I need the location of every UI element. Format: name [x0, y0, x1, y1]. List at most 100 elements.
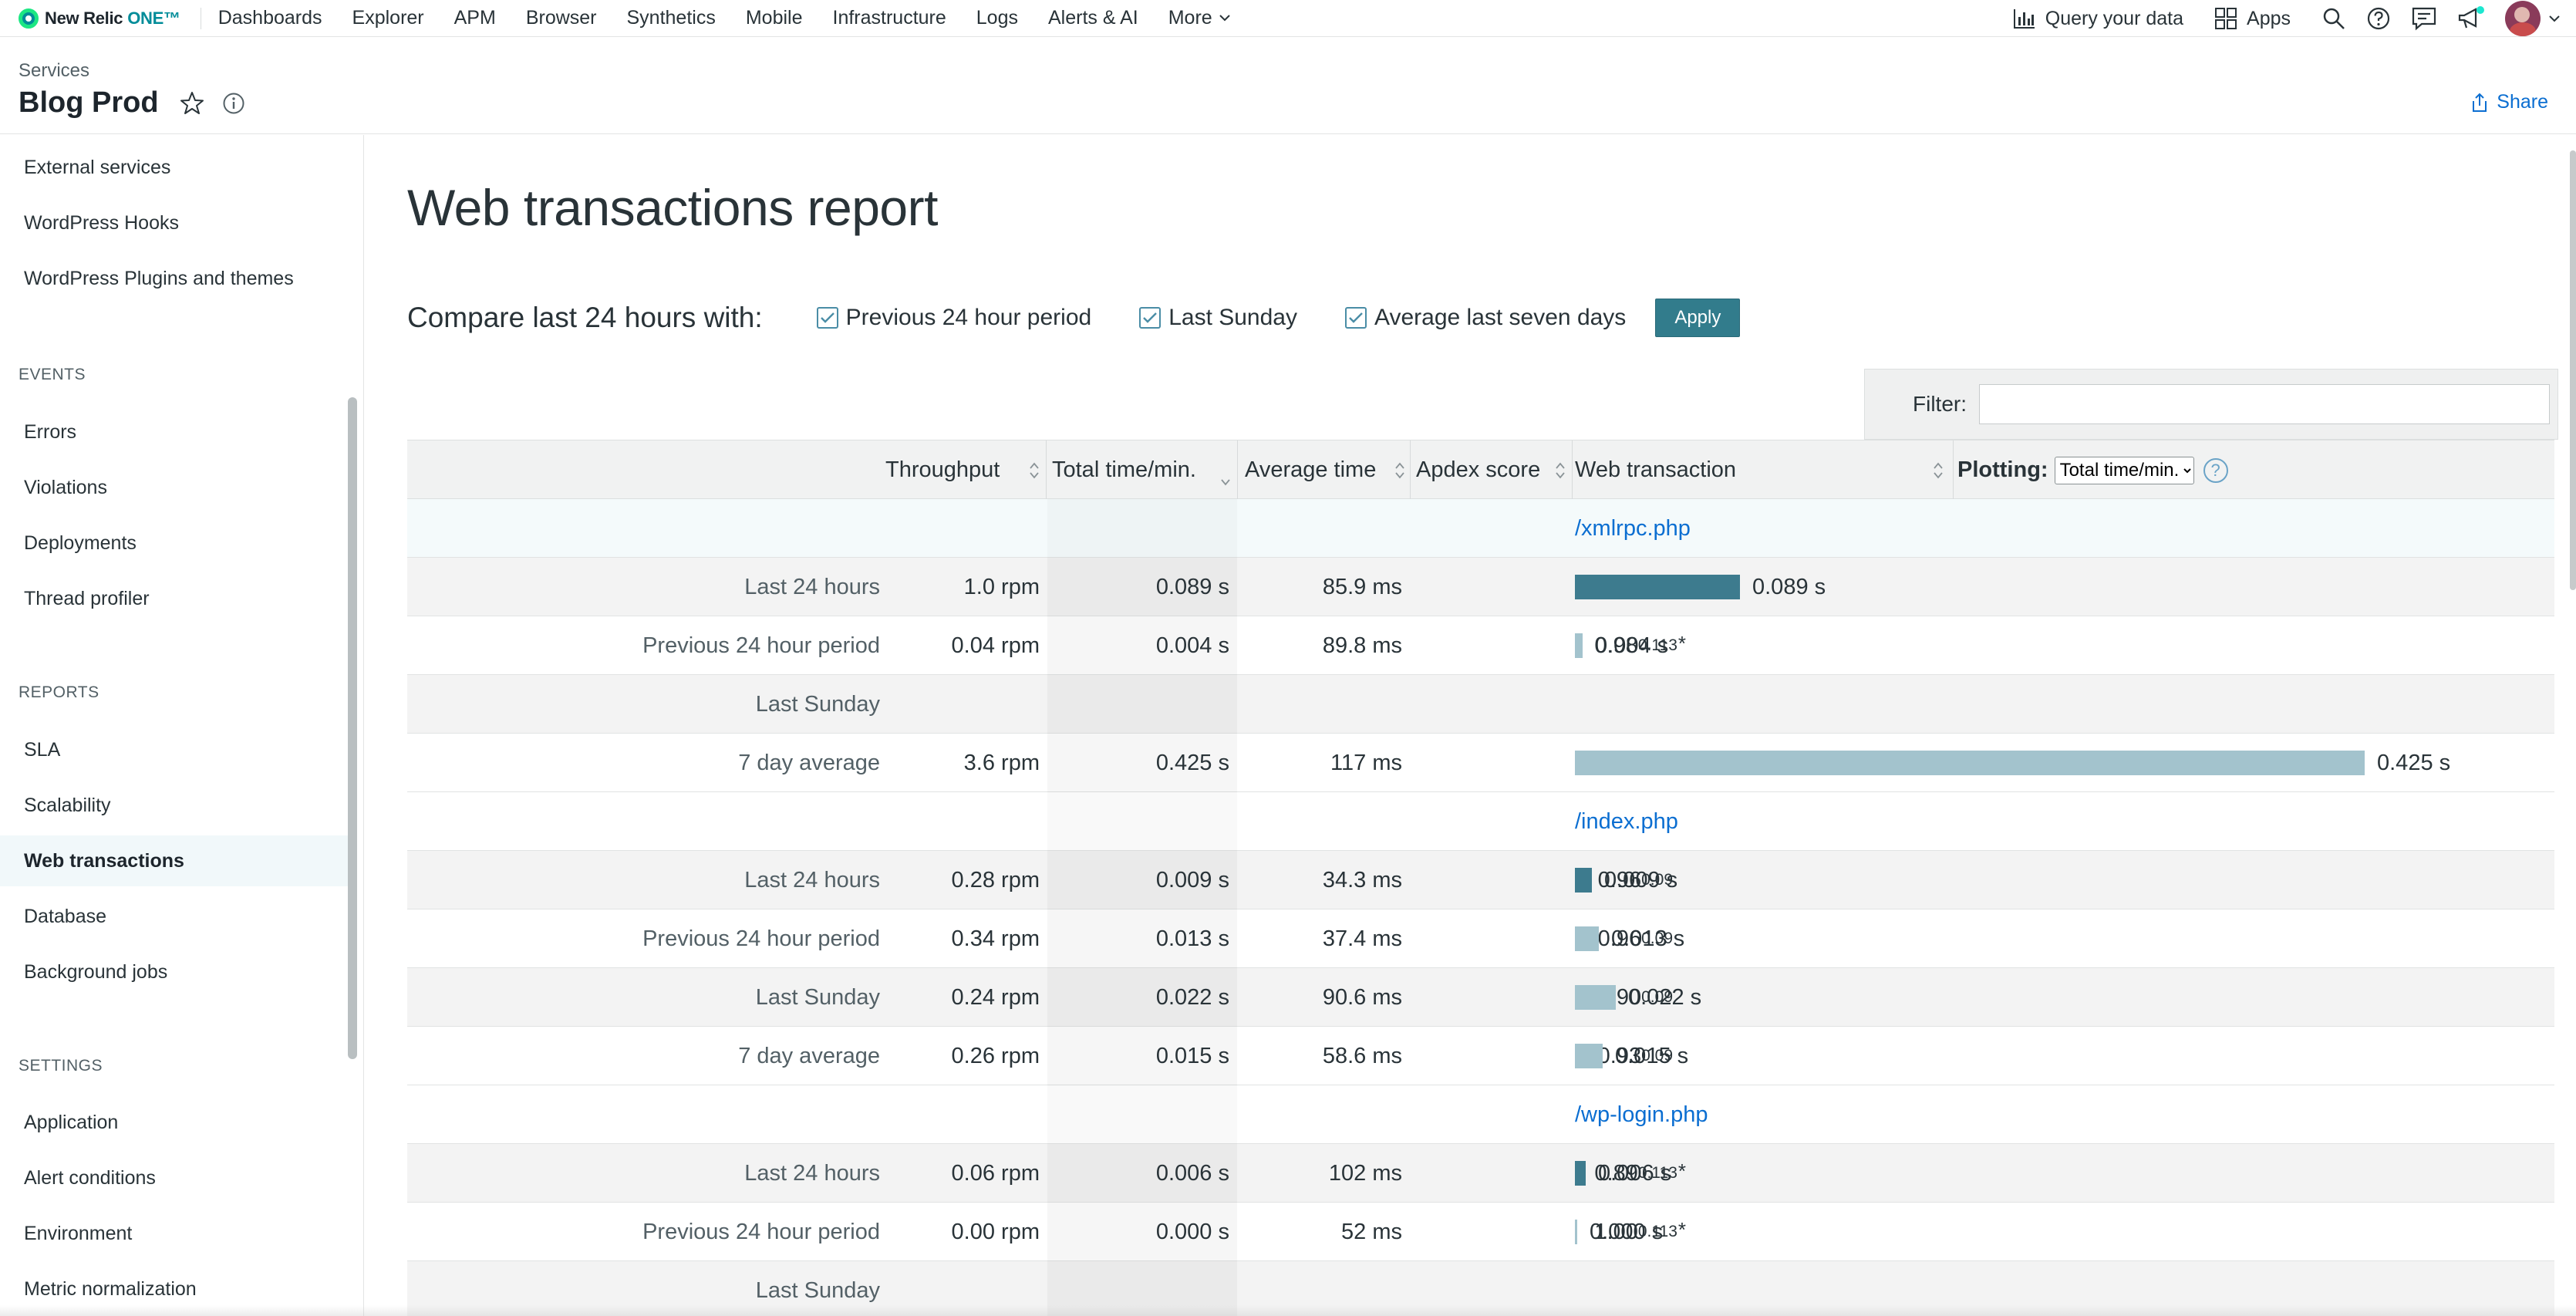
announcements-icon[interactable]: [2457, 6, 2485, 31]
plot-bar-cell: 0.015 s: [1575, 1027, 1688, 1085]
nav-logs[interactable]: Logs: [976, 7, 1018, 29]
row-period-label: Last Sunday: [755, 984, 880, 1010]
sidebar-item-external-services[interactable]: External services: [0, 142, 349, 193]
sidebar-item-thread-profiler[interactable]: Thread profiler: [0, 573, 349, 624]
plot-bar-cell: 0.009 s: [1575, 851, 1677, 909]
checkbox-checked-icon[interactable]: [1345, 307, 1367, 329]
table-row: Last 24 hours 0.06 rpm 0.006 s 102 ms 0.89 0.…: [407, 1144, 2554, 1203]
total-time-cell: 0.006 s: [1155, 1160, 1229, 1186]
option-last-sunday[interactable]: Last Sunday: [1139, 305, 1297, 331]
info-icon[interactable]: [222, 92, 245, 115]
total-time-cell: 0.004 s: [1155, 633, 1229, 658]
total-time-cell: 0.022 s: [1155, 984, 1229, 1010]
filter-input[interactable]: [1979, 384, 2550, 424]
apps-button[interactable]: Apps: [2213, 5, 2291, 32]
plot-bar-label: 0.089 s: [1752, 574, 1826, 599]
plot-bar-cell: 0.013 s: [1575, 909, 1684, 968]
nav-apm[interactable]: APM: [454, 7, 496, 29]
nav-explorer[interactable]: Explorer: [352, 7, 424, 29]
share-button[interactable]: Share: [2470, 91, 2548, 113]
breadcrumb[interactable]: Services: [19, 60, 89, 82]
apdex-cell: [1410, 675, 1686, 734]
col-average-time[interactable]: Average time: [1245, 440, 1410, 500]
option-average-seven-days[interactable]: Average last seven days: [1345, 305, 1626, 331]
search-icon[interactable]: [2321, 6, 2346, 31]
sidebar-item-errors[interactable]: Errors: [0, 407, 349, 457]
checkbox-checked-icon[interactable]: [816, 307, 838, 329]
help-circle-icon[interactable]: ?: [2203, 457, 2228, 483]
sidebar-item-application[interactable]: Application: [0, 1097, 349, 1148]
throughput-cell: 0.06 rpm: [951, 1160, 1040, 1186]
plot-bar-label: 0.004 s: [1595, 633, 1669, 658]
new-relic-logo-icon: [19, 8, 39, 29]
user-avatar[interactable]: [2505, 1, 2541, 36]
row-period-label: Previous 24 hour period: [642, 926, 880, 951]
sidebar-item-sla[interactable]: SLA: [0, 724, 349, 775]
feedback-icon[interactable]: [2411, 6, 2437, 31]
row-period-label: Last Sunday: [755, 691, 880, 717]
plot-bar: [1575, 985, 1616, 1010]
checkbox-checked-icon[interactable]: [1139, 307, 1162, 329]
sidebar-item-wordpress-hooks[interactable]: WordPress Hooks: [0, 197, 349, 248]
col-divider: [1572, 440, 1573, 500]
transaction-link[interactable]: /xmlrpc.php: [1575, 499, 1691, 558]
col-apdex[interactable]: Apdex score: [1416, 440, 1570, 500]
transaction-link[interactable]: /index.php: [1575, 792, 1678, 851]
col-throughput[interactable]: Throughput: [885, 440, 1044, 500]
new-relic-logo[interactable]: New Relic ONE™: [19, 8, 180, 29]
nav-more-label: More: [1168, 7, 1212, 29]
sort-icon: [1394, 461, 1405, 486]
col-apdex-label: Apdex score: [1416, 457, 1541, 482]
plot-bar: [1575, 633, 1583, 658]
nav-synthetics[interactable]: Synthetics: [627, 7, 716, 29]
sidebar-scrollbar[interactable]: [348, 397, 357, 1059]
plot-bar: [1575, 1161, 1586, 1186]
nav-alerts-ai[interactable]: Alerts & AI: [1048, 7, 1138, 29]
sidebar-item-background-jobs[interactable]: Background jobs: [0, 947, 349, 997]
page-scrollbar[interactable]: [2570, 150, 2576, 590]
nav-dashboards[interactable]: Dashboards: [218, 7, 322, 29]
table-row: Previous 24 hour period 0.00 rpm 0.000 s 52…: [407, 1203, 2554, 1261]
transaction-group-row: /xmlrpc.php: [407, 499, 2554, 558]
row-period-label: Last 24 hours: [744, 574, 880, 599]
plot-bar-label: 0.015 s: [1615, 1043, 1689, 1068]
nav-more[interactable]: More: [1168, 7, 1231, 29]
transaction-link[interactable]: /wp-login.php: [1575, 1085, 1708, 1144]
help-icon[interactable]: [2366, 6, 2391, 31]
main-content: Web transactions report Compare last 24 …: [365, 135, 2576, 1316]
plotting-select[interactable]: Total time/min.: [2054, 456, 2194, 484]
sidebar-item-deployments[interactable]: Deployments: [0, 518, 349, 569]
nav-mobile[interactable]: Mobile: [746, 7, 803, 29]
nav-browser[interactable]: Browser: [526, 7, 597, 29]
plot-bar: [1575, 751, 2365, 775]
col-total-time[interactable]: Total time/min.: [1052, 440, 1236, 500]
average-time-cell: 85.9 ms: [1322, 574, 1402, 599]
sidebar-item-scalability[interactable]: Scalability: [0, 780, 349, 831]
sidebar-item-wordpress-plugins[interactable]: WordPress Plugins and themes: [0, 253, 349, 304]
sort-icon: [1029, 461, 1040, 486]
plot-bar-label: 0.006 s: [1598, 1160, 1672, 1186]
sidebar-item-environment[interactable]: Environment: [0, 1208, 349, 1259]
option-previous-24h[interactable]: Previous 24 hour period: [816, 305, 1091, 331]
global-actions: Query your data Apps: [2011, 0, 2576, 37]
plotting-label: Plotting:: [1957, 457, 2048, 482]
favorite-star-icon[interactable]: [179, 90, 205, 116]
plot-bar: [1575, 1220, 1577, 1244]
option-label: Average last seven days: [1374, 305, 1627, 330]
sidebar-item-database[interactable]: Database: [0, 891, 349, 942]
nav-infrastructure[interactable]: Infrastructure: [833, 7, 946, 29]
sidebar-item-alert-conditions[interactable]: Alert conditions: [0, 1152, 349, 1203]
brand-suffix: ONE™: [127, 8, 180, 28]
throughput-cell: 0.24 rpm: [951, 984, 1040, 1010]
sidebar-item-violations[interactable]: Violations: [0, 462, 349, 513]
col-divider: [1046, 440, 1047, 500]
sidebar-item-web-transactions[interactable]: Web transactions: [0, 835, 349, 886]
user-menu-chevron-icon[interactable]: [2548, 15, 2561, 22]
filter-bar: Filter:: [1864, 369, 2558, 440]
page-title: Web transactions report: [407, 179, 938, 236]
apply-button[interactable]: Apply: [1655, 299, 1741, 337]
table-row: 7 day average 0.26 rpm 0.015 s 58.6 ms 0.93 0…: [407, 1027, 2554, 1085]
col-web-transaction[interactable]: Web transaction: [1575, 440, 1948, 500]
query-your-data-button[interactable]: Query your data: [2011, 5, 2183, 32]
sorted-column-shade: [1047, 499, 1237, 558]
